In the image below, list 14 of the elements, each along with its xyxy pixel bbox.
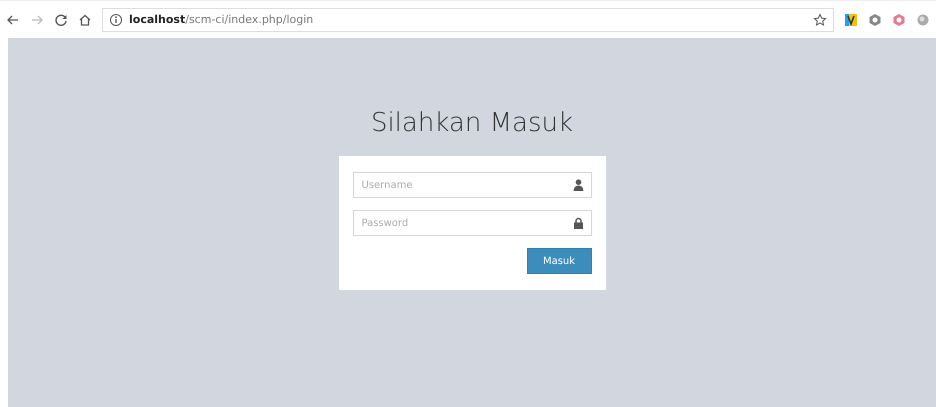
password-field[interactable]: Password	[352, 210, 592, 236]
page-title: Silahkan Masuk	[370, 108, 574, 138]
login-button[interactable]: Masuk	[526, 248, 592, 274]
user-icon	[572, 179, 584, 191]
lock-icon	[572, 217, 584, 229]
home-icon[interactable]	[78, 12, 92, 26]
star-icon[interactable]	[813, 12, 827, 26]
back-icon[interactable]	[6, 12, 20, 26]
info-icon[interactable]	[109, 12, 123, 26]
url-text: localhost/scm-ci/index.php/login	[129, 13, 314, 26]
extension-icon[interactable]	[844, 12, 858, 26]
address-bar[interactable]: localhost/scm-ci/index.php/login	[102, 8, 834, 32]
username-field[interactable]: Username	[352, 172, 592, 198]
reload-icon[interactable]	[54, 12, 68, 26]
